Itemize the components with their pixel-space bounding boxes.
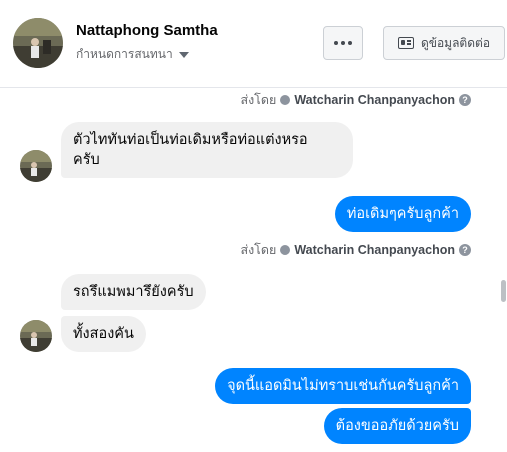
contact-card-icon (397, 37, 414, 49)
sent-by-line: ส่งโดย Watcharin Chanpanyachon ? (240, 240, 471, 260)
contact-avatar-small (20, 150, 52, 182)
contact-avatar[interactable] (13, 18, 63, 68)
outgoing-message[interactable]: ต้องขออภัยด้วยครับ (323, 408, 471, 444)
sender-name: Watcharin Chanpanyachon (294, 243, 455, 257)
message-text: ครับ (73, 152, 100, 168)
sent-by-prefix: ส่งโดย (240, 243, 277, 257)
incoming-message[interactable]: ทั้งสองคัน (61, 316, 146, 352)
view-contact-label: ดูข้อมูลติดต่อ (420, 35, 491, 50)
message-text: ตัวไททันท่อเป็นท่อเดิมหรือท่อแต่งหรอ (73, 132, 308, 148)
contact-avatar-small (20, 320, 52, 352)
caret-down-icon (178, 51, 189, 58)
incoming-message[interactable]: ตัวไททันท่อเป็นท่อเดิมหรือท่อแต่งหรอ ครั… (61, 122, 353, 178)
conversation-header: Nattaphong Samtha กำหนดการสนทนา ดูข้อมูล… (0, 0, 507, 88)
admin-icon (280, 245, 291, 255)
view-contact-button[interactable]: ดูข้อมูลติดต่อ (383, 26, 505, 60)
message-text: ทั้งสองคัน (73, 326, 134, 342)
more-options-button[interactable] (323, 26, 363, 60)
sent-by-line: ส่งโดย Watcharin Chanpanyachon ? (240, 90, 471, 110)
conversation-status-dropdown[interactable]: กำหนดการสนทนา (76, 45, 189, 64)
outgoing-message[interactable]: ท่อเดิมๆครับลูกค้า (334, 196, 471, 232)
scrollbar-thumb[interactable] (501, 280, 506, 302)
outgoing-message[interactable]: จุดนี้แอดมินไม่ทราบเช่นกันครับลูกค้า (215, 368, 471, 404)
sent-by-prefix: ส่งโดย (240, 93, 277, 107)
sender-name: Watcharin Chanpanyachon (294, 93, 455, 107)
help-icon[interactable]: ? (459, 94, 471, 106)
incoming-message[interactable]: รถรึแมพมารึยังครับ (61, 274, 206, 310)
message-text: รถรึแมพมารึยังครับ (73, 284, 194, 300)
contact-name[interactable]: Nattaphong Samtha (76, 22, 218, 39)
admin-icon (280, 95, 291, 105)
conversation-status-label: กำหนดการสนทนา (76, 47, 173, 61)
message-text: ต้องขออภัยด้วยครับ (335, 418, 459, 434)
message-text: จุดนี้แอดมินไม่ทราบเช่นกันครับลูกค้า (227, 378, 459, 394)
help-icon[interactable]: ? (459, 244, 471, 256)
message-text: ท่อเดิมๆครับลูกค้า (346, 206, 459, 222)
more-icon (334, 41, 352, 45)
